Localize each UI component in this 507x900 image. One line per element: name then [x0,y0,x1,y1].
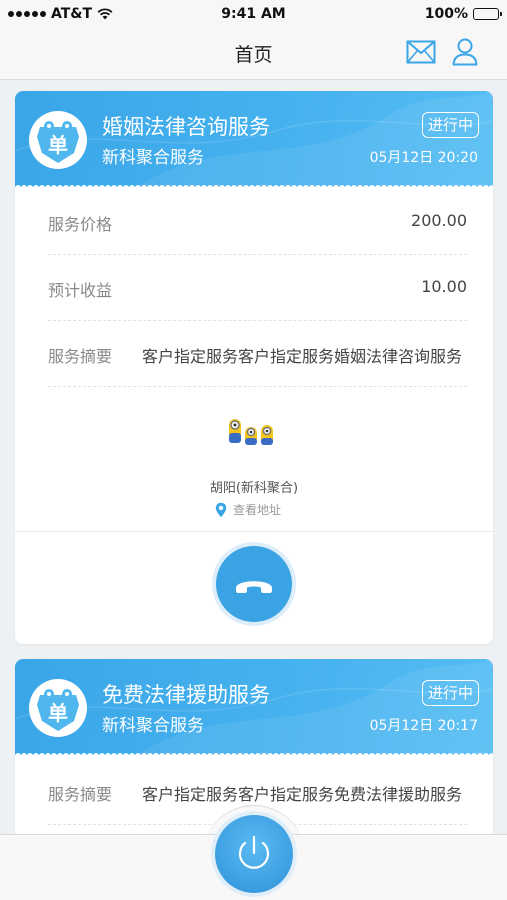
battery-icon [473,8,502,20]
order-card-header: 单 婚姻法律咨询服务 新科聚合服务 进行中 05月12日 20:20 [15,91,493,189]
status-bar: AT&T 9:41 AM 100% [0,0,507,30]
summary-label: 服务摘要 [48,347,113,366]
power-icon [238,835,270,869]
svg-text:单: 单 [48,701,68,725]
view-address-link[interactable]: 查看地址 [215,501,281,518]
location-pin-icon [215,502,227,517]
customer-avatar [229,419,273,445]
price-value: 200.00 [411,211,467,230]
customer-name: 胡阳(新科聚合) [209,481,299,496]
order-time: 05月12日 20:20 [369,150,478,166]
header-scallop-edge [15,185,493,189]
price-row: 服务价格 200.00 [48,189,467,255]
summary-value: 客户指定服务客户指定服务免费法律援助服务 [142,785,463,804]
service-title: 免费法律援助服务 [102,683,270,707]
power-button[interactable] [215,815,293,893]
view-address-label: 查看地址 [233,503,282,517]
provider-name: 新科聚合服务 [102,716,204,736]
summary-row: 服务摘要 客户指定服务客户指定服务婚姻法律咨询服务 [48,321,467,387]
income-value: 10.00 [421,277,467,296]
battery-percent: 100% [424,6,468,22]
mail-icon[interactable] [406,40,436,64]
status-badge: 进行中 [421,680,479,706]
summary-value: 客户指定服务客户指定服务婚姻法律咨询服务 [142,347,463,366]
nav-bar: 首页 [0,30,507,80]
status-badge: 进行中 [421,112,479,138]
income-label: 预计收益 [48,281,113,300]
service-title: 婚姻法律咨询服务 [102,115,270,139]
income-row: 预计收益 10.00 [48,255,467,321]
summary-label: 服务摘要 [48,785,113,804]
battery-status: 100% [424,6,502,22]
header-scallop-edge [15,753,493,757]
order-card[interactable]: 单 婚姻法律咨询服务 新科聚合服务 进行中 05月12日 20:20 服务价格 … [15,91,493,644]
price-label: 服务价格 [48,215,113,234]
svg-text:单: 单 [48,133,68,157]
call-button[interactable] [212,542,296,626]
order-logo-icon: 单 [29,679,87,737]
phone-icon [236,581,272,593]
provider-name: 新科聚合服务 [102,148,204,168]
card-divider [15,531,493,532]
order-card-header: 单 免费法律援助服务 新科聚合服务 进行中 05月12日 20:17 [15,659,493,757]
user-icon[interactable] [452,38,478,66]
order-time: 05月12日 20:17 [369,718,478,734]
order-logo-icon: 单 [29,111,87,169]
